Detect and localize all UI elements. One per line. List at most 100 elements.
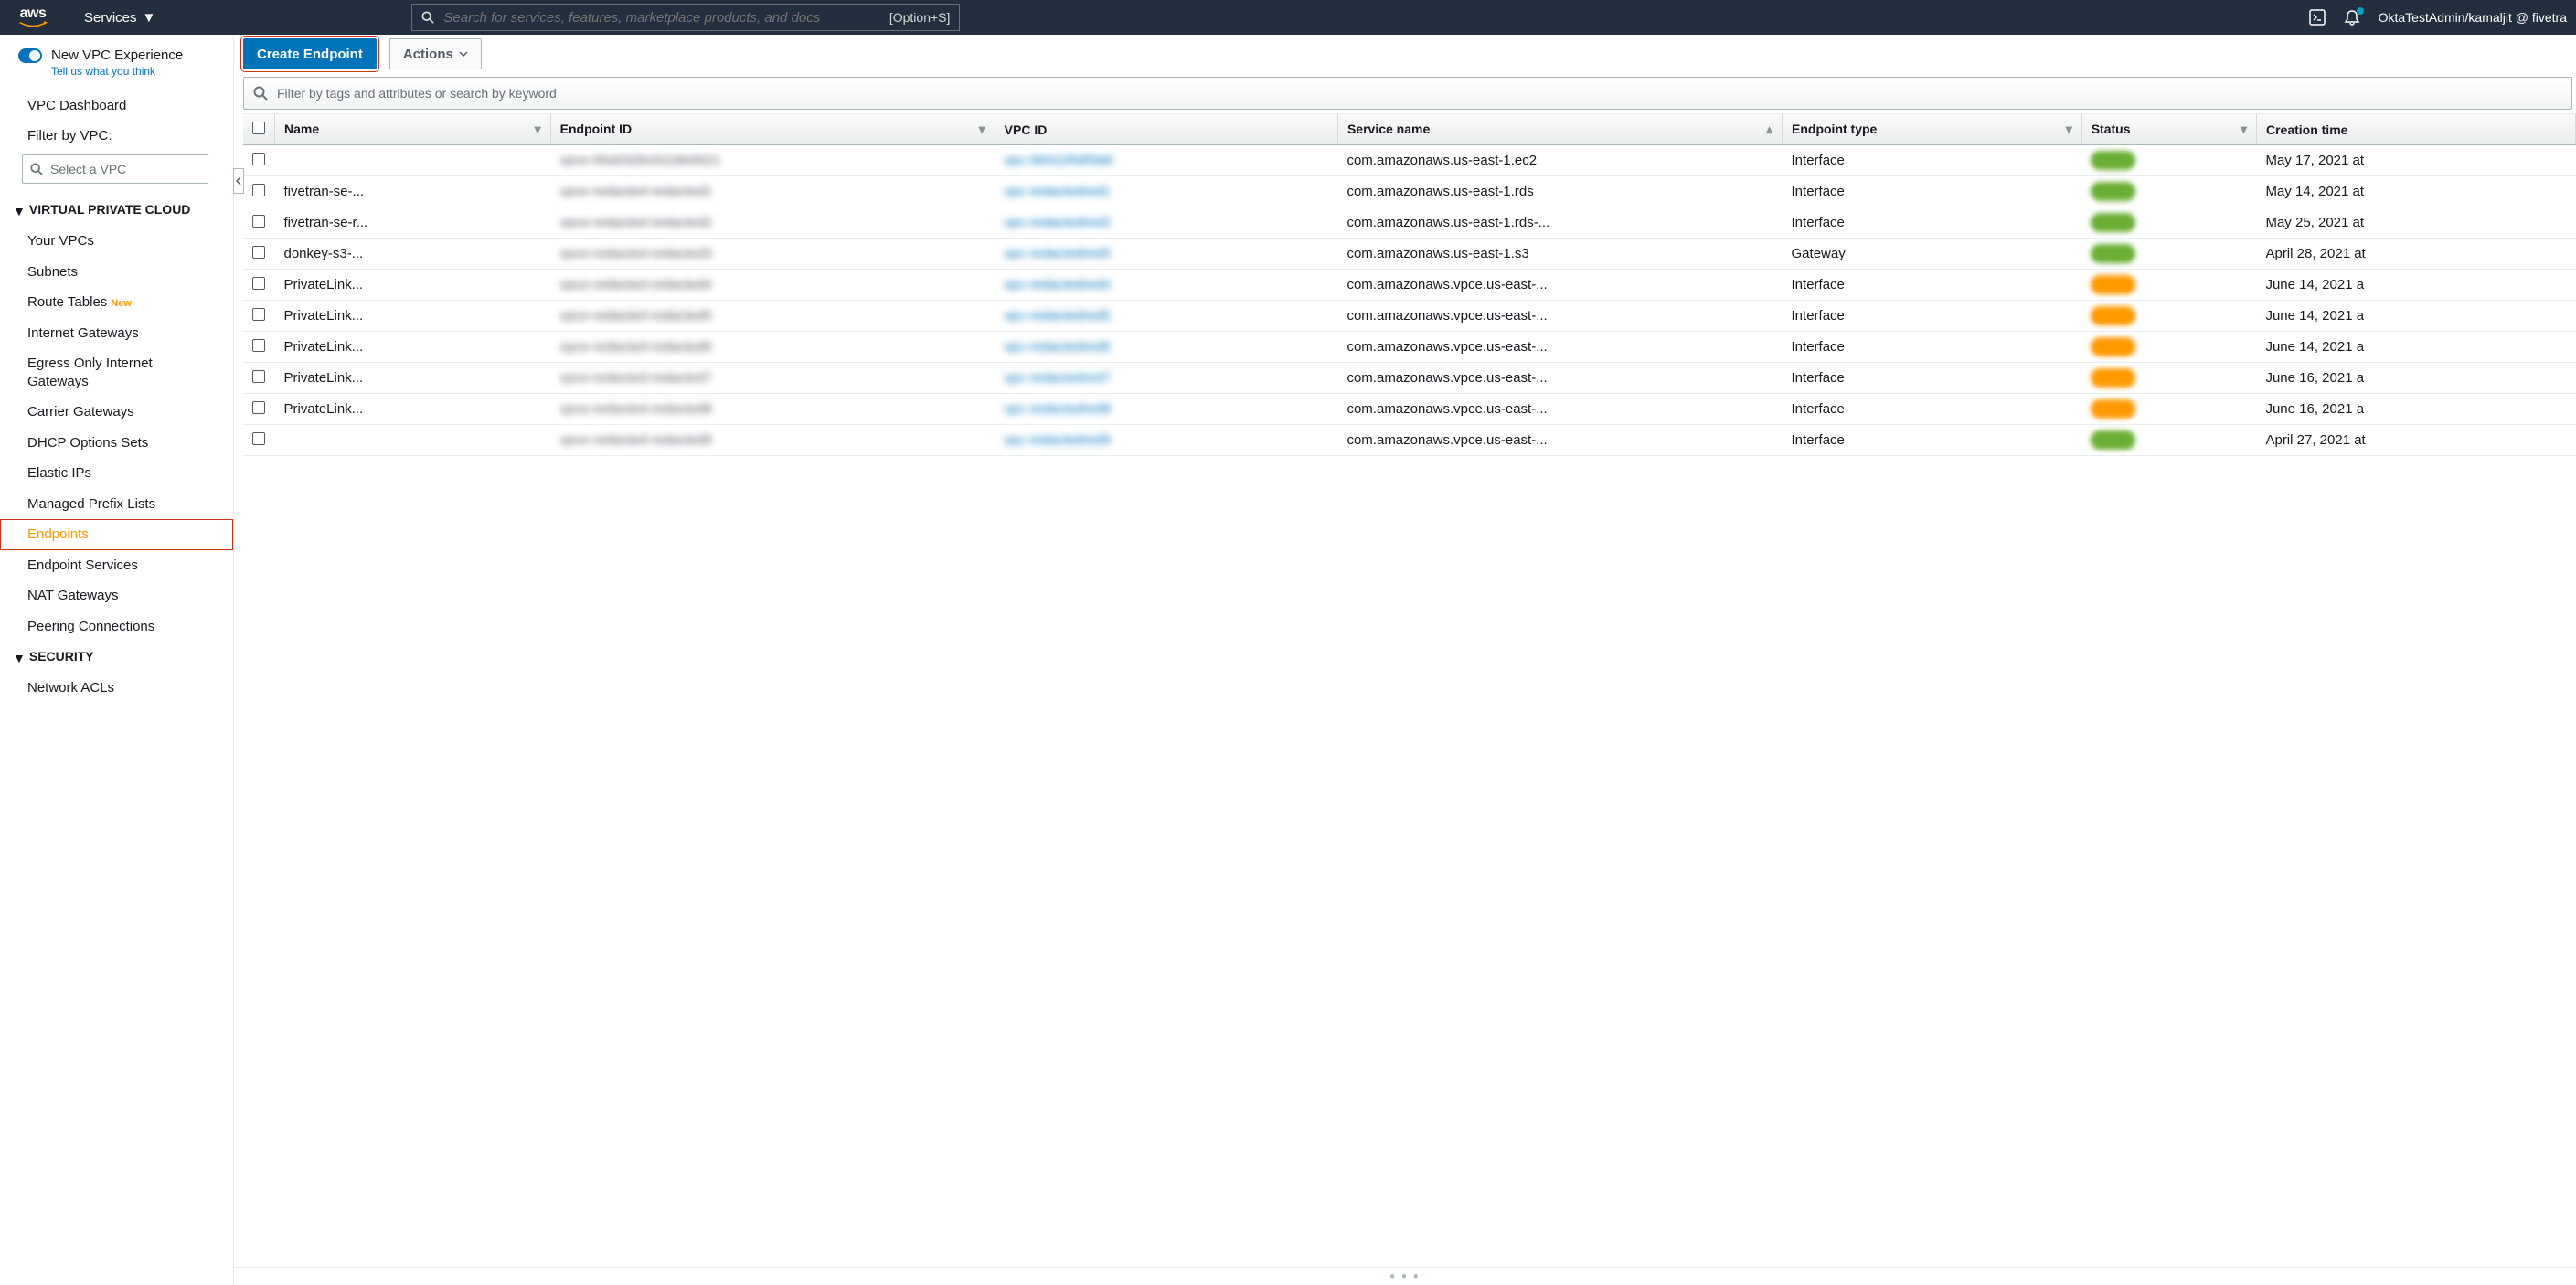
search-icon — [30, 163, 43, 175]
aws-logo[interactable]: aws — [18, 6, 48, 28]
sidebar-section-security[interactable]: ▼ SECURITY — [0, 642, 233, 673]
sidebar-item-route-tables[interactable]: Route TablesNew — [0, 287, 233, 318]
global-search[interactable]: [Option+S] — [411, 4, 960, 31]
table-row[interactable]: PrivateLink...vpce-redacted-redacted5vpc… — [243, 301, 2576, 332]
table-row[interactable]: PrivateLink...vpce-redacted-redacted6vpc… — [243, 332, 2576, 363]
filter-input[interactable]: Filter by tags and attributes or search … — [243, 77, 2572, 110]
create-endpoint-button[interactable]: Create Endpoint — [243, 38, 377, 69]
cell-creation-time: May 25, 2021 at — [2256, 207, 2575, 239]
vpc-filter-select[interactable]: Select a VPC — [22, 154, 208, 184]
table-row[interactable]: PrivateLink...vpce-redacted-redacted4vpc… — [243, 270, 2576, 301]
cell-creation-time: April 28, 2021 at — [2256, 239, 2575, 270]
main-content: Create Endpoint Actions Filter by tags a… — [234, 35, 2576, 1285]
sort-icon: ▾ — [2241, 122, 2247, 137]
feedback-link[interactable]: Tell us what you think — [51, 65, 233, 78]
action-bar: Create Endpoint Actions — [234, 35, 2576, 77]
cell-endpoint-type: Interface — [1783, 363, 2082, 394]
cell-vpc-id[interactable]: vpc-redactedred1 — [995, 176, 1337, 207]
sidebar-item-subnets[interactable]: Subnets — [0, 257, 233, 288]
cell-service-name: com.amazonaws.vpce.us-east-... — [1337, 332, 1782, 363]
cell-status — [2081, 332, 2256, 363]
cell-service-name: com.amazonaws.us-east-1.s3 — [1337, 239, 1782, 270]
sidebar-item-carrier-gateways[interactable]: Carrier Gateways — [0, 397, 233, 428]
sort-icon: ▾ — [535, 122, 541, 137]
sidebar-section-vpc[interactable]: ▼ VIRTUAL PRIVATE CLOUD — [0, 195, 233, 226]
top-navigation: aws Services ▼ [Option+S] OktaTestAdmin/… — [0, 0, 2576, 35]
search-icon — [253, 86, 268, 101]
header-checkbox[interactable] — [243, 114, 275, 145]
sidebar-collapse-handle[interactable] — [233, 168, 244, 194]
header-name[interactable]: Name▾ — [275, 114, 551, 145]
cell-status — [2081, 145, 2256, 176]
row-checkbox[interactable] — [243, 301, 275, 332]
cloudshell-icon[interactable] — [2309, 9, 2326, 26]
sidebar-item-endpoint-services[interactable]: Endpoint Services — [0, 550, 233, 581]
sidebar-item-nat-gateways[interactable]: NAT Gateways — [0, 580, 233, 611]
cell-endpoint-id: vpce-redacted-redacted2 — [550, 207, 995, 239]
notifications-icon[interactable] — [2344, 9, 2360, 26]
table-row[interactable]: PrivateLink...vpce-redacted-redacted7vpc… — [243, 363, 2576, 394]
sidebar-item-endpoints[interactable]: Endpoints — [0, 519, 233, 550]
table-row[interactable]: fivetran-se-...vpce-redacted-redacted1vp… — [243, 176, 2576, 207]
cell-creation-time: May 14, 2021 at — [2256, 176, 2575, 207]
sidebar-item-egress-only-internet-gateways[interactable]: Egress Only Internet Gateways — [0, 348, 233, 397]
cell-vpc-id[interactable]: vpc-redactedred4 — [995, 270, 1337, 301]
table-row[interactable]: donkey-s3-...vpce-redacted-redacted3vpc-… — [243, 239, 2576, 270]
actions-button[interactable]: Actions — [389, 38, 482, 69]
row-checkbox[interactable] — [243, 176, 275, 207]
header-vpc-id[interactable]: VPC ID — [995, 114, 1337, 145]
row-checkbox[interactable] — [243, 332, 275, 363]
row-checkbox[interactable] — [243, 239, 275, 270]
table-row[interactable]: vpce-05a532bc0118e0021vpc-0b511f0df3ddco… — [243, 145, 2576, 176]
header-service-name[interactable]: Service name▴ — [1337, 114, 1782, 145]
cell-service-name: com.amazonaws.us-east-1.ec2 — [1337, 145, 1782, 176]
header-endpoint-id[interactable]: Endpoint ID▾ — [550, 114, 995, 145]
row-checkbox[interactable] — [243, 363, 275, 394]
cell-vpc-id[interactable]: vpc-redactedred9 — [995, 425, 1337, 456]
row-checkbox[interactable] — [243, 270, 275, 301]
header-creation-time[interactable]: Creation time — [2256, 114, 2575, 145]
table-row[interactable]: PrivateLink...vpce-redacted-redacted8vpc… — [243, 394, 2576, 425]
cell-status — [2081, 301, 2256, 332]
pane-resize-handle[interactable]: ● ● ● — [234, 1267, 2576, 1285]
endpoints-table-wrap[interactable]: Name▾ Endpoint ID▾ VPC ID Service name▴ … — [243, 113, 2576, 1267]
cell-vpc-id[interactable]: vpc-redactedred6 — [995, 332, 1337, 363]
sidebar-item-dhcp-options-sets[interactable]: DHCP Options Sets — [0, 428, 233, 459]
cell-endpoint-type: Gateway — [1783, 239, 2082, 270]
sidebar-item-managed-prefix-lists[interactable]: Managed Prefix Lists — [0, 489, 233, 520]
cell-service-name: com.amazonaws.us-east-1.rds — [1337, 176, 1782, 207]
status-badge — [2091, 244, 2135, 263]
cell-name — [275, 145, 551, 176]
cell-status — [2081, 176, 2256, 207]
cell-vpc-id[interactable]: vpc-redactedred5 — [995, 301, 1337, 332]
cell-vpc-id[interactable]: vpc-redactedred2 — [995, 207, 1337, 239]
account-menu[interactable]: OktaTestAdmin/kamaljit @ fivetra — [2379, 10, 2567, 25]
table-row[interactable]: vpce-redacted-redacted9vpc-redactedred9c… — [243, 425, 2576, 456]
cell-vpc-id[interactable]: vpc-0b511f0df3dd — [995, 145, 1337, 176]
sidebar-vpc-dashboard[interactable]: VPC Dashboard — [0, 90, 233, 121]
header-endpoint-type[interactable]: Endpoint type▾ — [1783, 114, 2082, 145]
row-checkbox[interactable] — [243, 425, 275, 456]
caret-down-icon — [459, 51, 468, 57]
experience-toggle[interactable] — [18, 48, 42, 63]
section-security-label: SECURITY — [29, 649, 94, 664]
services-menu[interactable]: Services ▼ — [84, 10, 155, 26]
header-status[interactable]: Status▾ — [2081, 114, 2256, 145]
cell-vpc-id[interactable]: vpc-redactedred7 — [995, 363, 1337, 394]
sidebar-item-your-vpcs[interactable]: Your VPCs — [0, 226, 233, 257]
sidebar-item-elastic-ips[interactable]: Elastic IPs — [0, 458, 233, 489]
cell-status — [2081, 207, 2256, 239]
cell-vpc-id[interactable]: vpc-redactedred3 — [995, 239, 1337, 270]
table-row[interactable]: fivetran-se-r...vpce-redacted-redacted2v… — [243, 207, 2576, 239]
cell-vpc-id[interactable]: vpc-redactedred8 — [995, 394, 1337, 425]
row-checkbox[interactable] — [243, 394, 275, 425]
sidebar-item-network-acls[interactable]: Network ACLs — [0, 673, 233, 704]
sidebar-item-internet-gateways[interactable]: Internet Gateways — [0, 318, 233, 349]
section-vpc-label: VIRTUAL PRIVATE CLOUD — [29, 202, 191, 217]
row-checkbox[interactable] — [243, 207, 275, 239]
cell-status — [2081, 270, 2256, 301]
cell-status — [2081, 239, 2256, 270]
sidebar-item-peering-connections[interactable]: Peering Connections — [0, 611, 233, 642]
row-checkbox[interactable] — [243, 145, 275, 176]
search-input[interactable] — [443, 10, 889, 26]
